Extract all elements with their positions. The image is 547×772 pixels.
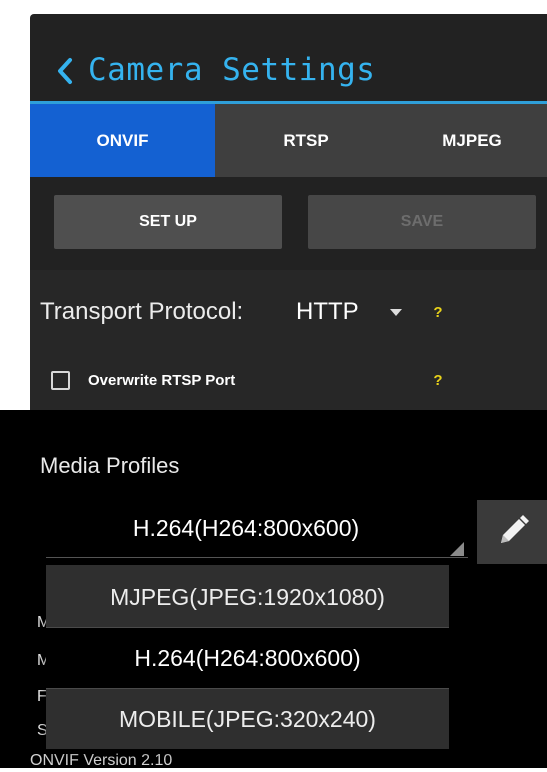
setup-button[interactable]: SET UP <box>54 195 282 249</box>
page-title: Camera Settings <box>88 52 376 88</box>
overwrite-rtsp-port-checkbox[interactable] <box>51 371 70 390</box>
overwrite-rtsp-port-label[interactable]: Overwrite RTSP Port <box>88 369 235 393</box>
media-profile-dropdown: MJPEG(JPEG:1920x1080) H.264(H264:800x600… <box>46 565 449 749</box>
spinner-corner-icon <box>450 542 464 556</box>
save-button[interactable]: SAVE <box>308 195 536 249</box>
tab-onvif[interactable]: ONVIF <box>30 104 215 177</box>
pencil-icon[interactable] <box>492 512 532 552</box>
obscured-label: M <box>37 652 46 669</box>
obscured-label: F <box>37 688 46 705</box>
media-profile-underline <box>46 557 468 558</box>
obscured-label: S <box>37 722 46 739</box>
obscured-label: M <box>37 614 46 631</box>
onvif-version-text: ONVIF Version 2.10 <box>30 752 173 769</box>
caret-down-icon[interactable] <box>390 309 402 316</box>
media-profile-value[interactable]: H.264(H264:800x600) <box>46 508 446 548</box>
chevron-left-icon[interactable] <box>54 56 76 86</box>
dropdown-option-selected[interactable]: H.264(H264:800x600) <box>46 628 449 688</box>
rtsp-help-icon[interactable]: ? <box>431 372 445 389</box>
transport-protocol-label: Transport Protocol: <box>40 298 244 325</box>
transport-help-icon[interactable]: ? <box>431 304 445 321</box>
tab-rtsp[interactable]: RTSP <box>215 104 397 177</box>
dropdown-option[interactable]: MOBILE(JPEG:320x240) <box>46 689 449 749</box>
media-profiles-heading: Media Profiles <box>40 453 180 478</box>
dropdown-option[interactable]: MJPEG(JPEG:1920x1080) <box>46 567 449 627</box>
transport-protocol-select[interactable]: HTTP <box>296 292 359 332</box>
tab-mjpeg[interactable]: MJPEG <box>397 104 547 177</box>
